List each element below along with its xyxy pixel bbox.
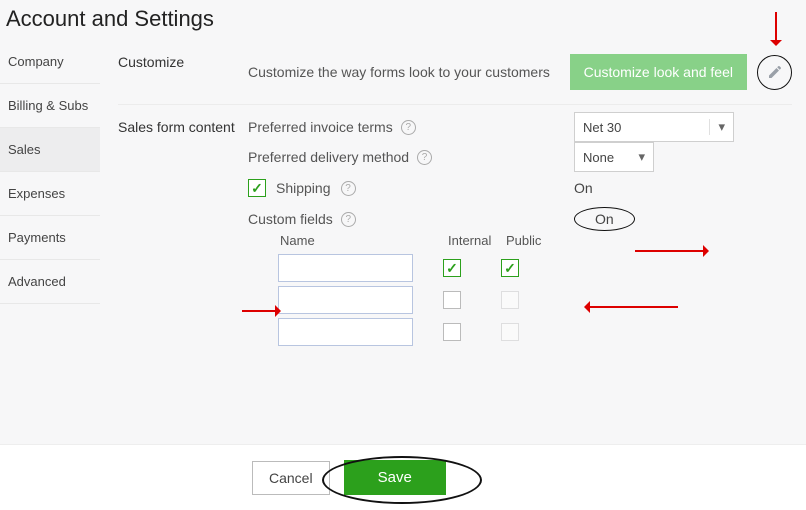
cf-public-checkbox[interactable]: ✓ <box>501 259 519 277</box>
delivery-method-value: None <box>583 150 614 165</box>
cf-name-input[interactable] <box>278 318 413 346</box>
custom-fields-table: Name Internal Public ✓ ✓ <box>278 233 792 346</box>
invoice-terms-value: Net 30 <box>583 120 621 135</box>
cf-row <box>278 286 792 314</box>
cf-row: ✓ ✓ <box>278 254 792 282</box>
custom-fields-status-oval: On <box>574 207 635 231</box>
help-icon[interactable]: ? <box>341 212 356 227</box>
chevron-down-icon: ▾ <box>709 119 725 135</box>
sidebar-item-label: Payments <box>8 230 66 245</box>
sidebar-item-label: Expenses <box>8 186 65 201</box>
cf-col-internal: Internal <box>448 233 506 248</box>
sidebar-item-company[interactable]: Company <box>0 40 100 84</box>
chevron-down-icon: ▾ <box>638 149 645 165</box>
cancel-button[interactable]: Cancel <box>252 461 330 495</box>
sidebar-item-label: Company <box>8 54 64 69</box>
delivery-method-select[interactable]: None ▾ <box>574 142 654 172</box>
edit-pencil-button[interactable] <box>757 55 792 90</box>
check-icon: ✓ <box>504 261 516 275</box>
section-label-sales-form: Sales form content <box>118 119 248 350</box>
sidebar-item-label: Billing & Subs <box>8 98 88 113</box>
help-icon[interactable]: ? <box>401 120 416 135</box>
cf-public-checkbox[interactable] <box>501 291 519 309</box>
sidebar: Company Billing & Subs Sales Expenses Pa… <box>0 40 100 364</box>
cf-name-input[interactable] <box>278 254 413 282</box>
sidebar-item-sales[interactable]: Sales <box>0 128 100 172</box>
cf-col-name: Name <box>278 233 418 248</box>
page-title: Account and Settings <box>0 0 806 40</box>
cf-internal-checkbox[interactable] <box>443 291 461 309</box>
sidebar-item-label: Advanced <box>8 274 66 289</box>
cf-name-input[interactable] <box>278 286 413 314</box>
invoice-terms-label: Preferred invoice terms <box>248 119 393 135</box>
invoice-terms-select[interactable]: Net 30 ▾ <box>574 112 734 142</box>
shipping-checkbox[interactable]: ✓ <box>248 179 266 197</box>
check-icon: ✓ <box>251 181 263 195</box>
footer: Cancel Save <box>0 444 806 510</box>
shipping-status: On <box>574 180 593 196</box>
cf-row <box>278 318 792 346</box>
customize-description: Customize the way forms look to your cus… <box>248 64 550 80</box>
check-icon: ✓ <box>446 261 458 275</box>
sidebar-item-payments[interactable]: Payments <box>0 216 100 260</box>
shipping-label: Shipping <box>276 180 331 196</box>
pencil-icon <box>767 64 783 80</box>
save-button[interactable]: Save <box>344 460 446 495</box>
customize-look-button[interactable]: Customize look and feel <box>570 54 747 90</box>
delivery-method-label: Preferred delivery method <box>248 149 409 165</box>
sidebar-item-label: Sales <box>8 142 41 157</box>
cf-col-public: Public <box>506 233 564 248</box>
sidebar-item-billing[interactable]: Billing & Subs <box>0 84 100 128</box>
cf-internal-checkbox[interactable]: ✓ <box>443 259 461 277</box>
section-label-customize: Customize <box>118 54 248 90</box>
sidebar-item-expenses[interactable]: Expenses <box>0 172 100 216</box>
help-icon[interactable]: ? <box>417 150 432 165</box>
cf-public-checkbox[interactable] <box>501 323 519 341</box>
help-icon[interactable]: ? <box>341 181 356 196</box>
sidebar-item-advanced[interactable]: Advanced <box>0 260 100 304</box>
custom-fields-label: Custom fields <box>248 211 333 227</box>
custom-fields-status: On <box>595 211 614 227</box>
cf-internal-checkbox[interactable] <box>443 323 461 341</box>
